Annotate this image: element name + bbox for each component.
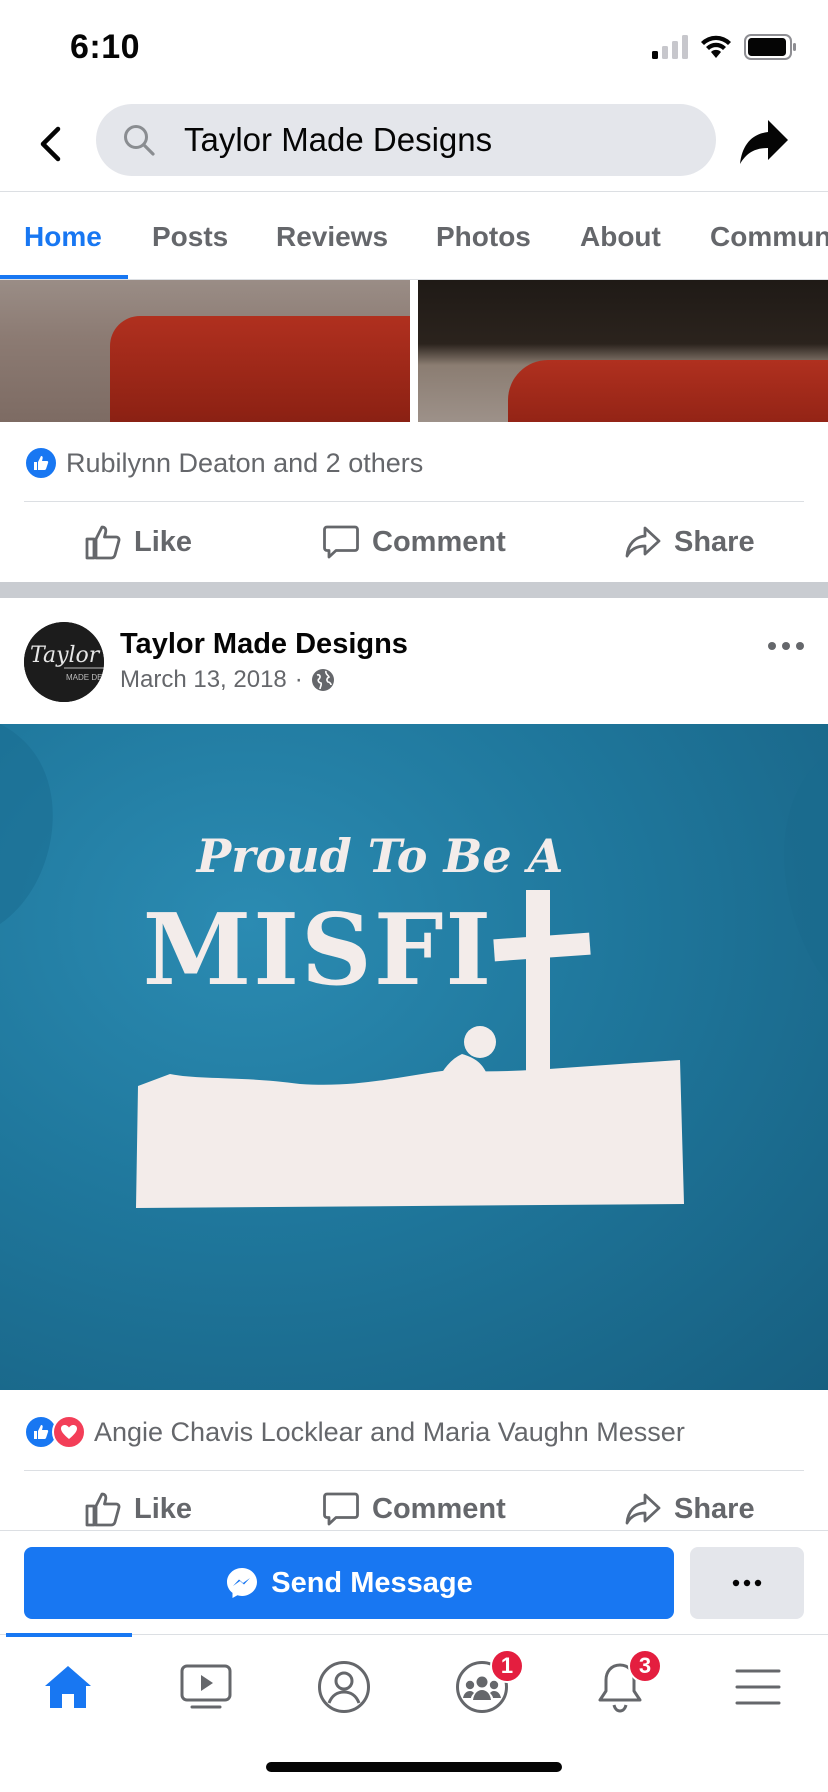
photo-fabric [110, 316, 410, 422]
tab-photos[interactable]: Photos [436, 192, 531, 280]
ground-graphic [136, 1060, 684, 1208]
post-options-button[interactable] [766, 636, 806, 656]
thumbs-up-icon [85, 1492, 121, 1527]
like-label: Like [134, 525, 193, 558]
search-input[interactable]: Taylor Made Designs [96, 104, 716, 176]
home-indicator[interactable] [266, 1762, 562, 1772]
tab-posts[interactable]: Posts [152, 192, 228, 280]
groups-badge: 1 [490, 1649, 524, 1683]
more-horizontal-icon [768, 642, 804, 650]
more-horizontal-icon [732, 1579, 762, 1587]
thumbs-up-icon [85, 525, 121, 560]
nav-profile[interactable] [304, 1647, 384, 1727]
tab-about[interactable]: About [580, 192, 661, 280]
search-icon [124, 125, 155, 156]
globe-icon [311, 669, 334, 691]
like-label: Like [134, 1492, 193, 1525]
battery-icon [744, 34, 796, 60]
comment-button[interactable]: Comment [322, 1471, 506, 1529]
page-tabs: Home Posts Reviews Photos About Commun [0, 192, 828, 280]
nav-home[interactable] [28, 1647, 108, 1727]
photo-fabric [508, 360, 828, 422]
share-icon [625, 1493, 661, 1525]
post-action-bar: Like Comment Share [0, 502, 828, 582]
post-photo[interactable] [418, 280, 828, 422]
share-page-button[interactable] [736, 116, 792, 168]
post-photo[interactable] [0, 280, 410, 422]
chevron-left-icon [40, 126, 61, 162]
home-icon [45, 1666, 91, 1708]
shirt-print-graphic: Proud To Be A MISFI [0, 724, 828, 1208]
profile-icon [318, 1661, 370, 1713]
comment-icon [323, 1492, 359, 1526]
logo-script-text: Taylor [30, 643, 101, 668]
like-button[interactable]: Like [84, 502, 192, 582]
status-time: 6:10 [70, 28, 141, 66]
active-tab-indicator [0, 275, 128, 279]
logo-small-text: MADE DESI [66, 673, 104, 682]
post-photo[interactable]: Proud To Be A MISFI [0, 724, 828, 1390]
cellular-signal-icon [652, 35, 688, 59]
post-author[interactable]: Taylor Made Designs [120, 628, 408, 661]
share-arrow-icon [740, 120, 788, 164]
bottom-tab-bar: 1 3 [0, 1633, 828, 1740]
post-meta: March 13, 2018 · [120, 666, 335, 694]
active-nav-indicator [6, 1633, 132, 1637]
menu-icon [735, 1669, 781, 1705]
page-logo: Taylor MADE DESI [24, 622, 104, 702]
post-header: Taylor MADE DESI Taylor Made Designs Mar… [0, 598, 828, 724]
share-button[interactable]: Share [624, 1471, 755, 1529]
nav-watch[interactable] [166, 1647, 246, 1727]
reactions-text: Rubilynn Deaton and 2 others [66, 447, 424, 478]
meta-separator: · [294, 666, 303, 693]
message-action-bar: Send Message [0, 1530, 828, 1634]
feed-separator [0, 582, 828, 598]
like-button[interactable]: Like [84, 1471, 192, 1529]
notifications-badge: 3 [628, 1649, 662, 1683]
share-button[interactable]: Share [624, 502, 755, 582]
post-date[interactable]: March 13, 2018 [120, 666, 287, 694]
more-actions-button[interactable] [690, 1547, 804, 1619]
comment-label: Comment [372, 1492, 506, 1525]
share-label: Share [674, 1492, 755, 1525]
print-text-line1: Proud To Be A [195, 829, 564, 883]
post-reactions-summary[interactable]: Rubilynn Deaton and 2 others [24, 439, 423, 487]
nav-menu[interactable] [718, 1647, 798, 1727]
tab-community[interactable]: Commun [710, 192, 828, 280]
nav-notifications[interactable]: 3 [580, 1647, 662, 1727]
nav-groups[interactable]: 1 [442, 1647, 524, 1727]
watch-video-icon [180, 1664, 232, 1709]
comment-button[interactable]: Comment [322, 502, 506, 582]
share-icon [625, 526, 661, 558]
post-reactions-summary[interactable]: Angie Chavis Locklear and Maria Vaughn M… [24, 1408, 685, 1456]
print-text-line2: MISFI [143, 893, 494, 1008]
post-photo-grid [0, 280, 828, 422]
search-value: Taylor Made Designs [184, 121, 493, 158]
tab-reviews[interactable]: Reviews [276, 192, 388, 280]
back-button[interactable] [28, 118, 72, 170]
comment-label: Comment [372, 525, 506, 558]
tab-home[interactable]: Home [24, 192, 102, 280]
status-bar: 6:10 [0, 0, 828, 96]
wifi-icon [701, 35, 731, 58]
post-action-bar: Like Comment Share [0, 1471, 828, 1529]
send-message-button[interactable]: Send Message [24, 1547, 674, 1619]
love-reaction-icon [52, 1415, 86, 1449]
share-label: Share [674, 525, 755, 558]
like-reaction-icon [24, 446, 58, 480]
reactions-text: Angie Chavis Locklear and Maria Vaughn M… [94, 1416, 685, 1447]
avatar[interactable]: Taylor MADE DESI [24, 622, 104, 702]
send-message-label: Send Message [271, 1566, 473, 1599]
page-search-header: Taylor Made Designs [0, 96, 828, 192]
messenger-icon [227, 1568, 258, 1598]
comment-icon [323, 525, 359, 559]
status-icons [652, 34, 798, 60]
